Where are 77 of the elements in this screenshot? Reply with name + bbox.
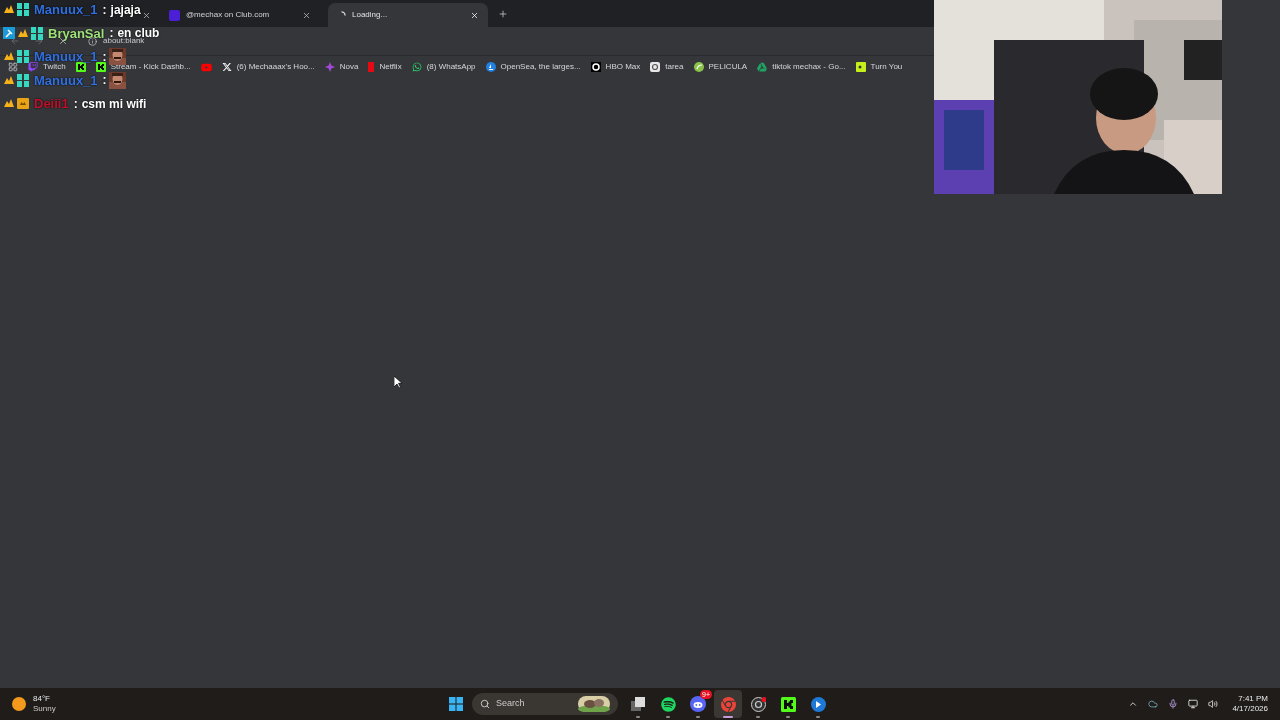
close-icon[interactable] (302, 10, 311, 20)
club-icon (169, 9, 180, 21)
tile-icon (855, 62, 866, 72)
play-icon (200, 61, 212, 73)
gg-badge-icon (17, 3, 29, 17)
crown-badge-icon (3, 74, 15, 86)
gg-badge-icon (17, 50, 29, 64)
bookmark[interactable]: HBO Max (590, 62, 641, 72)
temperature: 84°F (33, 694, 51, 704)
kick-icon (75, 62, 86, 72)
windows-stack-icon (631, 697, 645, 711)
apps-icon[interactable] (8, 62, 18, 72)
microphone-icon[interactable] (1168, 699, 1179, 709)
bookmark[interactable]: tarea (650, 62, 684, 72)
bookmark[interactable]: Netflix (368, 62, 402, 72)
address-field[interactable]: about:blank (103, 37, 145, 45)
bookmark[interactable]: (8) WhatsApp (411, 62, 476, 72)
record-icon (750, 696, 766, 712)
close-icon[interactable] (142, 10, 151, 20)
discord-icon (690, 696, 706, 712)
weather-condition: Sunny (33, 704, 56, 714)
bookmark[interactable] (75, 62, 86, 72)
chat-username: BryanSal (48, 26, 105, 40)
sub-badge-icon (17, 98, 29, 110)
bookmark[interactable]: (6) Mechaaax's Hoo... (221, 62, 315, 72)
chat-message: jajaja (110, 3, 141, 16)
star-icon (324, 62, 335, 72)
chat-separator: : (73, 97, 78, 110)
volume-icon[interactable] (1208, 699, 1219, 709)
kick-icon (95, 62, 106, 72)
cloud-icon[interactable] (1148, 699, 1159, 709)
x-icon (221, 62, 232, 72)
bookmark[interactable]: Turn You (855, 62, 903, 72)
chat-message: csm mi wifi (81, 97, 147, 110)
bookmark[interactable]: Twitch (28, 62, 66, 72)
crown-badge-icon (3, 51, 15, 63)
browser-tab[interactable]: @mechax on Club.com (186, 11, 270, 19)
hammer-badge-icon (3, 27, 15, 40)
cursor-icon (394, 376, 402, 388)
netflix-icon (368, 62, 375, 72)
chat-separator: : (109, 27, 114, 40)
chrome-icon (720, 696, 736, 712)
search-field[interactable]: Search (472, 693, 618, 715)
chat-username: Manuux_1 (34, 73, 98, 87)
chat-separator: : (102, 3, 107, 16)
gg-badge-icon (17, 73, 29, 87)
new-tab-icon[interactable] (498, 9, 508, 19)
gg-badge-icon (31, 26, 43, 40)
search-icon (480, 699, 490, 709)
sun-icon (12, 697, 26, 711)
network-icon[interactable] (1188, 699, 1199, 709)
chat-username: Deiii1 (34, 97, 69, 111)
kick-icon (780, 696, 796, 712)
gear-icon (650, 62, 661, 72)
crown-badge-icon (3, 98, 15, 110)
chat-separator: : (102, 50, 107, 63)
chat-separator: : (102, 74, 107, 87)
bookmark[interactable]: tiktok mechax - Go... (757, 62, 846, 72)
chat-icon (411, 62, 422, 72)
chevron-up-icon[interactable] (1128, 699, 1139, 709)
bookmark[interactable]: OpenSea, the larges... (485, 62, 581, 72)
ring-icon (590, 62, 601, 72)
chat-username: Manuux_1 (34, 50, 98, 64)
browser-tab[interactable]: Loading... (352, 11, 388, 19)
twitch-icon (28, 62, 38, 72)
clock[interactable]: 7:41 PM 4/17/2026 (1232, 694, 1268, 714)
chat-username: Manuux_1 (34, 3, 98, 17)
sailboat-icon (485, 62, 496, 72)
bookmark[interactable]: Nova (324, 62, 359, 72)
bookmark[interactable]: PELICULA (693, 62, 748, 72)
windows-icon (449, 697, 463, 711)
back-icon[interactable] (10, 36, 20, 46)
crown-badge-icon (3, 4, 15, 16)
spotify-icon (660, 696, 676, 712)
close-icon[interactable] (470, 10, 479, 20)
leaf-icon (693, 62, 704, 72)
triangle-icon (757, 62, 768, 72)
